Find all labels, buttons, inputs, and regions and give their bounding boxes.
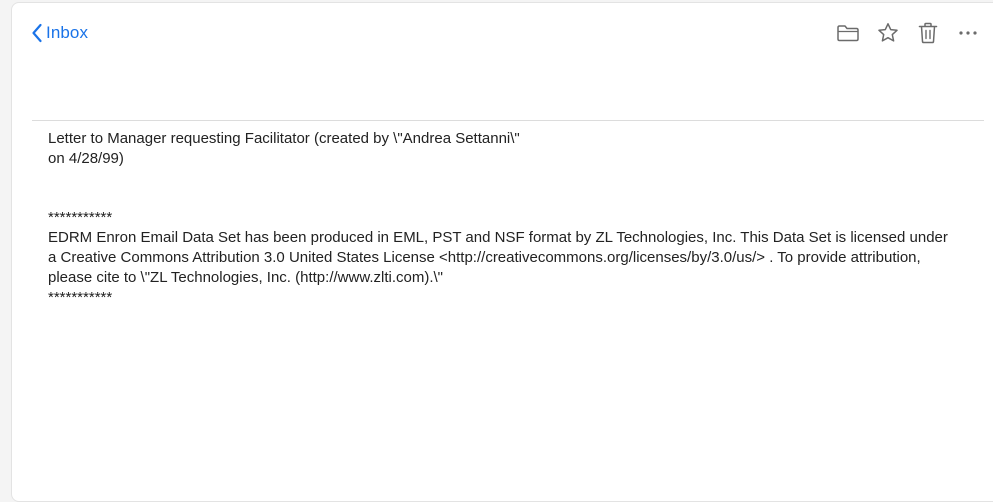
body-line: Letter to Manager requesting Facilitator…	[48, 130, 520, 147]
chevron-left-icon	[32, 23, 42, 43]
trash-icon	[918, 22, 938, 44]
move-to-folder-button[interactable]	[833, 20, 863, 46]
star-button[interactable]	[873, 20, 903, 46]
header-divider	[32, 120, 984, 121]
more-horizontal-icon	[959, 31, 977, 35]
footer-separator: ***********	[48, 289, 113, 306]
back-link-label: Inbox	[46, 23, 89, 42]
folder-icon	[837, 25, 859, 42]
star-icon	[878, 23, 898, 42]
more-options-button[interactable]	[953, 20, 983, 46]
delete-button[interactable]	[913, 20, 943, 46]
body-line: on 4/28/99)	[48, 150, 124, 167]
back-to-inbox-link[interactable]: Inbox	[31, 21, 88, 45]
footer-separator: ***********	[48, 209, 113, 226]
message-toolbar	[833, 20, 983, 46]
footer-notice: EDRM Enron Email Data Set has been produ…	[48, 229, 948, 286]
message-body: Letter to Manager requesting Facilitator…	[48, 129, 948, 308]
